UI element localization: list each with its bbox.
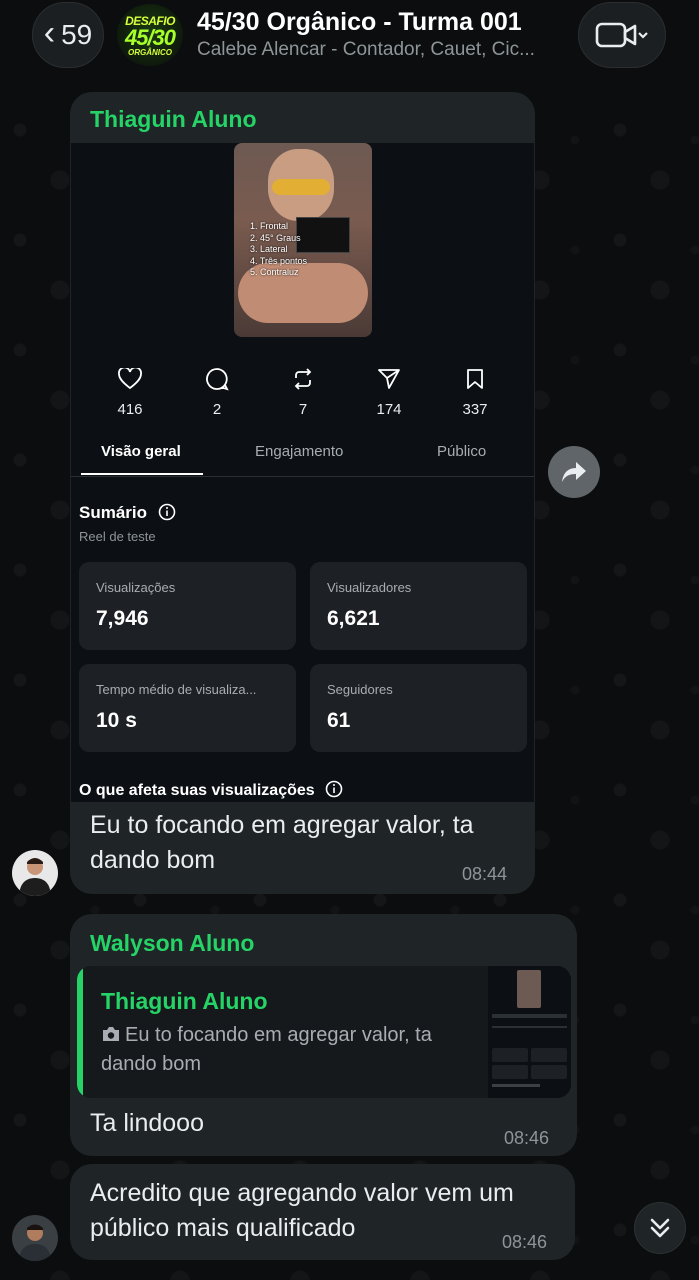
metric-label: Tempo médio de visualiza...	[96, 682, 257, 697]
message-time: 08:44	[462, 864, 508, 884]
metric-value: 10 s	[96, 709, 137, 732]
metric-card: Seguidores 61	[310, 664, 527, 752]
message-text: Eu to focando em agregar valor, ta dando…	[90, 811, 474, 874]
forward-button[interactable]	[548, 446, 600, 498]
quote-text-content: Eu to focando em agregar valor, ta dando…	[101, 1024, 432, 1075]
repost-icon	[294, 368, 312, 390]
message-sender: Thiaguin Aluno	[90, 106, 257, 132]
forward-arrow-icon	[562, 462, 586, 482]
sender-avatar[interactable]	[12, 850, 58, 896]
tab-overview: Visão geral	[101, 443, 181, 460]
stat-value: 2	[212, 401, 222, 418]
message-time: 08:46	[504, 1128, 550, 1148]
unread-count: 59	[61, 19, 93, 50]
reel-overlay-item: 3. Lateral	[250, 244, 288, 254]
metric-value: 61	[327, 709, 351, 732]
stat-comments: 2	[177, 365, 257, 418]
thumbnail-preview	[488, 966, 571, 1098]
stat-likes: 416	[90, 365, 170, 418]
stat-value: 174	[376, 401, 402, 418]
reel-overlay-list: 1. Frontal 2. 45° Graus 3. Lateral 4. Tr…	[250, 221, 307, 279]
metric-card: Visualizações 7,946	[79, 562, 296, 650]
reel-overlay-item: 5. Contraluz	[250, 267, 299, 277]
chat-title: 45/30 Orgânico - Turma 001	[197, 8, 522, 36]
double-chevron-down-icon	[650, 1218, 670, 1238]
video-camera-icon	[595, 22, 648, 48]
quoted-message[interactable]: Thiaguin Aluno Eu to focando em agregar …	[77, 966, 571, 1098]
person-avatar-icon	[12, 1215, 58, 1261]
affects-title-text: O que afeta suas visualizações	[79, 782, 315, 799]
metric-card: Tempo médio de visualiza... 10 s	[79, 664, 296, 752]
video-call-button[interactable]	[578, 2, 666, 68]
stat-value: 416	[117, 401, 143, 418]
metric-label: Seguidores	[327, 682, 393, 697]
image-attachment[interactable]: 1. Frontal 2. 45° Graus 3. Lateral 4. Tr…	[71, 143, 534, 802]
stat-value: 7	[298, 401, 308, 418]
metric-card: Visualizadores 6,621	[310, 562, 527, 650]
chevron-left-icon: ‹	[43, 14, 56, 52]
stat-reposts: 7	[263, 365, 343, 418]
comment-icon	[206, 368, 229, 391]
stat-value: 337	[462, 401, 488, 418]
stat-shares: 174	[349, 365, 429, 418]
heart-icon	[118, 368, 142, 390]
group-avatar[interactable]: DESAFIO 45/30 ORGÂNICO	[117, 4, 183, 66]
camera-icon	[103, 1027, 119, 1041]
reel-thumbnail: 1. Frontal 2. 45° Graus 3. Lateral 4. Tr…	[234, 143, 372, 337]
message-time: 08:46	[502, 1232, 548, 1252]
quote-thumbnail	[488, 966, 571, 1098]
chat-subtitle: Calebe Alencar - Contador, Cauet, Cic...	[197, 39, 535, 60]
info-icon	[325, 780, 343, 798]
message-sender: Walyson Aluno	[90, 930, 255, 956]
quote-text: Eu to focando em agregar valor, ta dando…	[101, 1021, 471, 1079]
sender-avatar[interactable]	[12, 1215, 58, 1261]
summary-title-text: Sumário	[79, 503, 148, 522]
send-icon	[378, 369, 400, 389]
group-avatar-line-3: ORGÂNICO	[128, 47, 172, 57]
summary-subtitle: Reel de teste	[79, 529, 156, 544]
metric-value: 6,621	[327, 607, 380, 630]
active-tab-indicator	[81, 473, 203, 475]
tab-audience: Público	[437, 443, 487, 460]
affects-title: O que afeta suas visualizações	[79, 780, 343, 800]
reel-stats: 416 2 7 174 337	[71, 365, 534, 425]
group-avatar-line-2: 45/30	[124, 24, 176, 50]
stat-saves: 337	[435, 365, 515, 418]
reel-overlay-item: 1. Frontal	[250, 221, 289, 231]
person-avatar-icon	[12, 850, 58, 896]
message-text: Ta lindooo	[90, 1109, 204, 1137]
message-bubble[interactable]: Acredito que agregando valor vem um públ…	[70, 1164, 575, 1260]
quote-sender: Thiaguin Aluno	[101, 988, 268, 1014]
metric-value: 7,946	[96, 607, 149, 630]
tab-engagement: Engajamento	[255, 443, 344, 460]
message-text: Acredito que agregando valor vem um públ…	[90, 1179, 514, 1242]
chat-header: ‹ 59 DESAFIO 45/30 ORGÂNICO 45/30 Orgâni…	[0, 0, 699, 86]
reel-overlay-item: 4. Três pontos	[250, 255, 308, 266]
scroll-to-bottom-button[interactable]	[634, 1202, 686, 1254]
bookmark-icon	[467, 369, 483, 389]
chat-title-area[interactable]: 45/30 Orgânico - Turma 001 Calebe Alenca…	[197, 8, 567, 61]
insights-tabs: Visão geral Engajamento Público	[71, 433, 534, 477]
reel-overlay-item: 2. 45° Graus	[250, 232, 301, 243]
summary-title: Sumário	[79, 503, 176, 523]
reel-glasses	[272, 179, 330, 195]
quote-accent-bar	[77, 966, 83, 1098]
metric-label: Visualizadores	[327, 580, 412, 595]
back-button[interactable]: ‹ 59	[32, 2, 104, 68]
metric-label: Visualizações	[96, 580, 176, 595]
info-icon	[158, 503, 176, 521]
